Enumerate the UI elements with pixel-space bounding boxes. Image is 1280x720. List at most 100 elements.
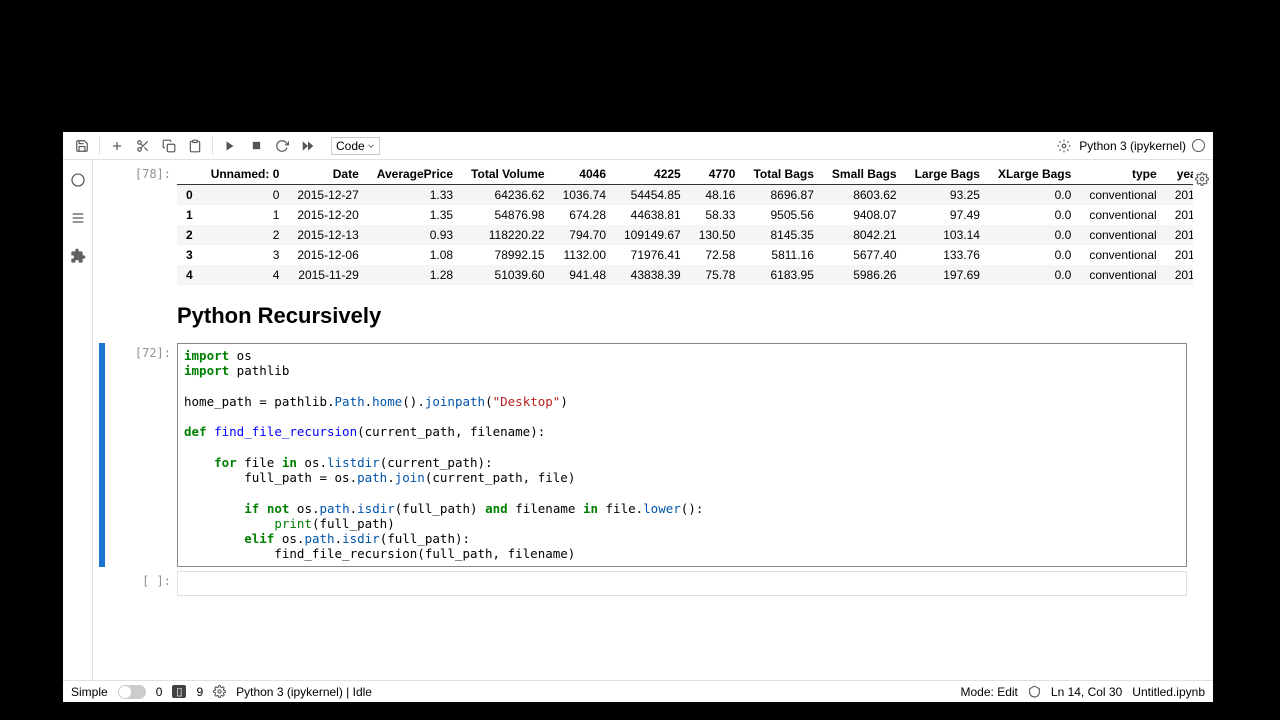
cell-type-dropdown[interactable]: Code: [331, 137, 380, 155]
run-button[interactable]: [219, 135, 241, 157]
table-cell: 2015-12-13: [288, 225, 367, 245]
cursor-position: Ln 14, Col 30: [1051, 685, 1122, 699]
table-cell: 0.0: [989, 225, 1080, 245]
right-sidebar: [1193, 160, 1213, 680]
table-cell: 1.08: [368, 245, 462, 265]
table-cell: 1.28: [368, 265, 462, 285]
column-header: AveragePrice: [368, 164, 462, 185]
copy-button[interactable]: [158, 135, 180, 157]
markdown-cell[interactable]: Python Recursively: [99, 289, 1187, 339]
folder-icon[interactable]: [70, 172, 86, 188]
table-cell: 103.14: [906, 225, 989, 245]
table-cell: 51039.60: [462, 265, 554, 285]
table-cell: 130.50: [690, 225, 745, 245]
left-sidebar: [63, 160, 93, 680]
column-header: 4225: [615, 164, 690, 185]
extension-icon[interactable]: [70, 248, 86, 264]
terminal-icon[interactable]: ▯: [172, 685, 186, 698]
table-cell: 6183.95: [744, 265, 822, 285]
cut-button[interactable]: [132, 135, 154, 157]
table-cell: 2015-12-20: [288, 205, 367, 225]
table-cell: 75.78: [690, 265, 745, 285]
table-cell: 97.49: [906, 205, 989, 225]
empty-code-cell[interactable]: [ ]:: [99, 571, 1187, 596]
table-cell: 1.33: [368, 185, 462, 206]
table-cell: 109149.67: [615, 225, 690, 245]
status-count-9: 9: [196, 685, 203, 699]
table-cell: 43838.39: [615, 265, 690, 285]
table-row: 332015-12-061.0878992.151132.0071976.417…: [177, 245, 1193, 265]
table-cell: 78992.15: [462, 245, 554, 265]
code-editor[interactable]: [177, 571, 1187, 596]
table-cell: 3: [202, 245, 289, 265]
table-cell: 8603.62: [823, 185, 906, 206]
table-cell: 5986.26: [823, 265, 906, 285]
table-cell: 5677.40: [823, 245, 906, 265]
column-header: Large Bags: [906, 164, 989, 185]
code-cell[interactable]: [72]: import os import pathlib home_path…: [99, 343, 1187, 567]
table-cell: 2015-11-29: [288, 265, 367, 285]
table-cell: conventional: [1080, 225, 1165, 245]
table-row: 002015-12-271.3364236.621036.7454454.854…: [177, 185, 1193, 206]
gear-icon[interactable]: [213, 685, 226, 698]
toc-icon[interactable]: [70, 210, 86, 226]
kernel-indicator[interactable]: Python 3 (ipykernel): [1079, 139, 1205, 153]
table-cell: conventional: [1080, 265, 1165, 285]
code-text[interactable]: import os import pathlib home_path = pat…: [184, 348, 1180, 562]
column-header: 4770: [690, 164, 745, 185]
table-cell: 1036.74: [554, 185, 615, 206]
table-cell: 1.35: [368, 205, 462, 225]
notification-icon[interactable]: [1053, 135, 1075, 157]
table-cell: 64236.62: [462, 185, 554, 206]
table-row: 442015-11-291.2851039.60941.4843838.3975…: [177, 265, 1193, 285]
column-header: Small Bags: [823, 164, 906, 185]
table-cell: 2015: [1166, 265, 1193, 285]
kernel-status[interactable]: Python 3 (ipykernel) | Idle: [236, 685, 372, 699]
restart-button[interactable]: [271, 135, 293, 157]
notebook-toolbar: Code Python 3 (ipykernel): [63, 132, 1213, 160]
divider: [212, 137, 213, 155]
input-prompt: [72]:: [105, 343, 177, 567]
table-row: 222015-12-130.93118220.22794.70109149.67…: [177, 225, 1193, 245]
table-cell: 1132.00: [554, 245, 615, 265]
table-cell: 2015: [1166, 225, 1193, 245]
table-cell: 71976.41: [615, 245, 690, 265]
jupyter-app: Code Python 3 (ipykernel) [78]: Unnamed:…: [63, 132, 1213, 702]
run-all-button[interactable]: [297, 135, 319, 157]
simple-toggle[interactable]: [118, 685, 146, 699]
table-cell: conventional: [1080, 185, 1165, 206]
table-cell: 0.0: [989, 245, 1080, 265]
table-cell: 9505.56: [744, 205, 822, 225]
status-count-0: 0: [156, 685, 163, 699]
column-header: Total Bags: [744, 164, 822, 185]
column-header: Total Volume: [462, 164, 554, 185]
notebook-main[interactable]: [78]: Unnamed: 0DateAveragePriceTotal Vo…: [93, 160, 1193, 680]
table-cell: 197.69: [906, 265, 989, 285]
table-cell: 794.70: [554, 225, 615, 245]
dataframe-table: Unnamed: 0DateAveragePriceTotal Volume40…: [177, 164, 1193, 285]
column-header: year: [1166, 164, 1193, 185]
table-cell: 2: [202, 225, 289, 245]
table-cell: 0: [202, 185, 289, 206]
property-inspector-icon[interactable]: [1195, 172, 1211, 188]
cell-type-select[interactable]: Code: [331, 137, 376, 155]
kernel-status-icon: [1192, 139, 1205, 152]
file-name[interactable]: Untitled.ipynb: [1132, 685, 1205, 699]
table-cell: 54876.98: [462, 205, 554, 225]
table-cell: 0.0: [989, 205, 1080, 225]
table-cell: 5811.16: [744, 245, 822, 265]
code-editor[interactable]: import os import pathlib home_path = pat…: [177, 343, 1187, 567]
notification-bell-icon[interactable]: [1028, 685, 1041, 698]
table-cell: conventional: [1080, 205, 1165, 225]
add-cell-button[interactable]: [106, 135, 128, 157]
table-cell: 2015: [1166, 245, 1193, 265]
stop-button[interactable]: [245, 135, 267, 157]
table-row: 112015-12-201.3554876.98674.2844638.8158…: [177, 205, 1193, 225]
paste-button[interactable]: [184, 135, 206, 157]
save-button[interactable]: [71, 135, 93, 157]
table-cell: 2015-12-27: [288, 185, 367, 206]
table-cell: 133.76: [906, 245, 989, 265]
table-cell: 4: [202, 265, 289, 285]
simple-label: Simple: [71, 685, 108, 699]
table-cell: conventional: [1080, 245, 1165, 265]
